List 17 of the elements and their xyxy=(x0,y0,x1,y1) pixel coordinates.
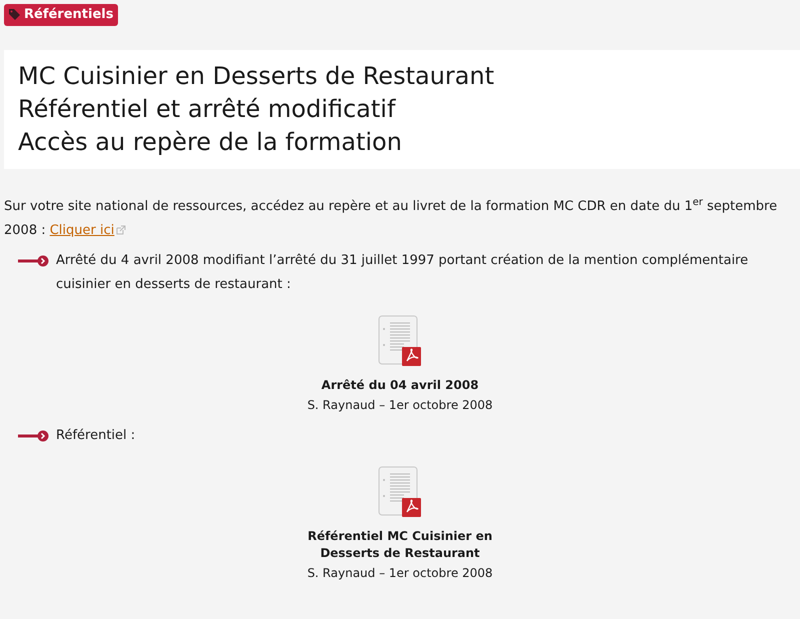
bullet-arrow-icon xyxy=(18,430,50,442)
document-meta: S. Raynaud – 1er octobre 2008 xyxy=(306,396,494,414)
pdf-file-icon[interactable] xyxy=(378,466,422,518)
external-link-icon xyxy=(116,225,126,236)
page-title: MC Cuisinier en Desserts de Restaurant xyxy=(18,60,496,92)
page-title: Accès au repère de la formation xyxy=(18,126,403,158)
document-meta: S. Raynaud – 1er octobre 2008 xyxy=(306,564,494,582)
link[interactable]: Cliquer ici xyxy=(50,222,114,238)
intro-paragraph: Sur votre site national de ressources, accédez au repère et au livret de la formation MC CDR en date du 1$^{er}$ septembre 2008 : Cliquer ici xyxy=(4,196,778,240)
pdf-file-icon[interactable] xyxy=(378,314,422,367)
document-title[interactable]: Référentiel MC Cuisinier en Desserts de Restaurant xyxy=(295,528,505,562)
bullet-text: Arrêté du 4 avril 2008 modifiant l’arrêté du 31 juillet 1997 portant création de la mention complémentaire cuisinier en desserts de restaurant : xyxy=(56,252,750,294)
bullet-text: Référentiel : xyxy=(56,426,136,445)
page-title: Référentiel et arrêté modificatif xyxy=(18,94,397,125)
document-title[interactable]: Arrêté du 04 avril 2008 xyxy=(295,376,505,394)
bullet-arrow-icon xyxy=(18,254,50,267)
category-badge[interactable]: Référentiels xyxy=(4,4,118,26)
